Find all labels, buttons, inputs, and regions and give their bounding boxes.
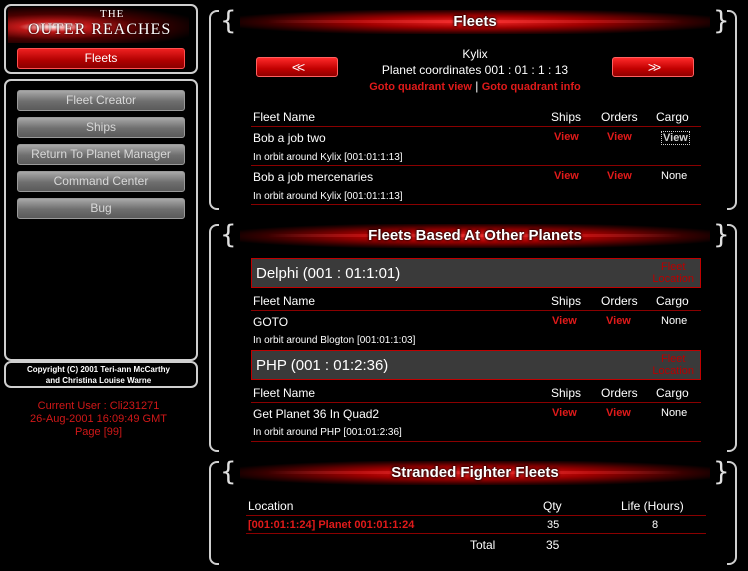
copyright-line-1: Copyright (C) 2001 Teri-ann McCarthy bbox=[27, 365, 170, 374]
fleet-location-2: In orbit around Kylix [001:01:1:13] bbox=[253, 191, 403, 202]
link-separator: | bbox=[475, 79, 479, 93]
planet-title-delphi: Delphi (001 : 01:1:01) bbox=[256, 265, 401, 282]
stranded-qty: 35 bbox=[547, 519, 560, 531]
stranded-banner: Stranded Fighter Fleets bbox=[240, 461, 710, 485]
ships-view-link-2[interactable]: View bbox=[554, 170, 579, 182]
header-ships: Ships bbox=[551, 386, 582, 400]
stranded-life: 8 bbox=[652, 519, 659, 531]
orders-view-link-2[interactable]: View bbox=[607, 170, 632, 182]
row-divider bbox=[246, 533, 706, 534]
orders-view-link-get-planet[interactable]: View bbox=[606, 407, 631, 419]
fleet-name-get-planet: Get Planet 36 In Quad2 bbox=[253, 407, 380, 421]
right-curl-icon: } bbox=[713, 6, 730, 36]
fleet-location-get-planet: In orbit around PHP [001:01:2:36] bbox=[253, 427, 402, 438]
header-orders: Orders bbox=[601, 110, 638, 124]
header-ships: Ships bbox=[551, 110, 582, 124]
planet-header-delphi: Delphi (001 : 01:1:01) Fleet Location bbox=[251, 258, 701, 288]
goto-quadrant-info-link[interactable]: Goto quadrant info bbox=[482, 81, 581, 93]
left-curl-icon: { bbox=[220, 220, 237, 250]
planet-header-php: PHP (001 : 01:2:36) Fleet Location bbox=[251, 350, 701, 380]
fleet-location-1: In orbit around Kylix [001:01:1:13] bbox=[253, 152, 403, 163]
ships-view-link-1[interactable]: View bbox=[554, 131, 579, 143]
goto-quadrant-view-link[interactable]: Goto quadrant view bbox=[369, 81, 472, 93]
header-divider bbox=[246, 515, 706, 516]
fleet-name-1: Bob a job two bbox=[253, 131, 326, 145]
header-divider bbox=[251, 402, 701, 403]
timestamp: 26-Aug-2001 16:09:49 GMT bbox=[30, 413, 167, 425]
row-divider-2 bbox=[251, 204, 701, 205]
bug-button[interactable]: Bug bbox=[17, 198, 185, 219]
fleet-location-word-2: Location bbox=[652, 365, 694, 377]
header-cargo: Cargo bbox=[656, 110, 689, 124]
header-fleet-name: Fleet Name bbox=[253, 386, 316, 400]
fleet-location-word-1: Fleet bbox=[660, 353, 686, 365]
right-curl-icon: } bbox=[713, 457, 730, 487]
fleet-location-word-1: Fleet bbox=[660, 261, 686, 273]
return-to-planet-manager-button[interactable]: Return To Planet Manager bbox=[17, 144, 185, 165]
copyright-text: Copyright (C) 2001 Teri-ann McCarthy and… bbox=[6, 364, 191, 386]
header-ships: Ships bbox=[551, 294, 582, 308]
header-cargo: Cargo bbox=[656, 294, 689, 308]
header-cargo: Cargo bbox=[656, 386, 689, 400]
logo-title-text: OUTER REACHES bbox=[28, 21, 172, 38]
total-label: Total bbox=[470, 538, 496, 552]
left-curl-icon: { bbox=[220, 457, 237, 487]
left-curl-icon: { bbox=[220, 6, 237, 36]
planet-title-php: PHP (001 : 01:2:36) bbox=[256, 357, 389, 374]
row-divider-1 bbox=[251, 165, 701, 166]
quadrant-links: Goto quadrant view | Goto quadrant info bbox=[330, 79, 620, 93]
header-divider bbox=[251, 126, 701, 127]
header-life-hours: Life (Hours) bbox=[621, 499, 684, 513]
fleet-location-link-php[interactable]: Fleet Location bbox=[652, 353, 694, 377]
ships-button[interactable]: Ships bbox=[17, 117, 185, 138]
total-qty: 35 bbox=[546, 538, 560, 552]
outer-reaches-logo: THE OUTER REACHES bbox=[8, 7, 189, 43]
fleets-panel-right-bracket bbox=[727, 10, 737, 210]
other-panel-right-bracket bbox=[727, 224, 737, 452]
header-location: Location bbox=[248, 499, 294, 513]
fleet-creator-button[interactable]: Fleet Creator bbox=[17, 90, 185, 111]
previous-planet-button[interactable]: << bbox=[256, 57, 338, 77]
fleet-location-link-delphi[interactable]: Fleet Location bbox=[652, 261, 694, 285]
fleet-location-goto: In orbit around Blogton [001:01:1:03] bbox=[253, 335, 416, 346]
cargo-none-2: None bbox=[661, 170, 688, 182]
fleet-location-word-2: Location bbox=[652, 273, 694, 285]
fleets-banner: Fleets bbox=[240, 10, 710, 34]
next-planet-button[interactable]: >> bbox=[612, 57, 694, 77]
header-divider bbox=[251, 310, 701, 311]
right-curl-icon: } bbox=[713, 220, 730, 250]
header-orders: Orders bbox=[601, 386, 638, 400]
cargo-none-get-planet: None bbox=[661, 407, 688, 419]
orders-view-link-goto[interactable]: View bbox=[606, 315, 631, 327]
fleet-name-goto: GOTO bbox=[253, 315, 289, 329]
header-fleet-name: Fleet Name bbox=[253, 294, 316, 308]
planet-coordinates: Planet coordinates 001 : 01 : 1 : 13 bbox=[381, 63, 569, 77]
header-fleet-name: Fleet Name bbox=[253, 110, 316, 124]
planet-name: Kylix bbox=[462, 47, 488, 61]
current-user: Current User : Cli231271 bbox=[37, 400, 160, 412]
other-planets-banner: Fleets Based At Other Planets bbox=[240, 224, 710, 248]
copyright-line-2: and Christina Louise Warne bbox=[45, 376, 152, 385]
cargo-view-link-1[interactable]: View bbox=[661, 131, 690, 145]
fleets-panel-left-bracket bbox=[209, 10, 219, 210]
cargo-none-goto: None bbox=[661, 315, 688, 327]
stranded-location-link[interactable]: [001:01:1:24] Planet 001:01:1:24 bbox=[248, 519, 414, 531]
ships-view-link-goto[interactable]: View bbox=[552, 315, 577, 327]
header-qty: Qty bbox=[543, 499, 562, 513]
fleet-name-2: Bob a job mercenaries bbox=[253, 170, 374, 184]
command-center-button[interactable]: Command Center bbox=[17, 171, 185, 192]
fleets-button[interactable]: Fleets bbox=[17, 48, 185, 69]
orders-view-link-1[interactable]: View bbox=[607, 131, 632, 143]
row-divider bbox=[251, 441, 701, 442]
logo-the-text: THE bbox=[100, 8, 125, 20]
other-panel-left-bracket bbox=[209, 224, 219, 452]
stranded-panel-left-bracket bbox=[209, 461, 219, 565]
page-number: Page [99] bbox=[74, 426, 123, 438]
user-info: Current User : Cli231271 26-Aug-2001 16:… bbox=[6, 400, 191, 439]
header-orders: Orders bbox=[601, 294, 638, 308]
ships-view-link-get-planet[interactable]: View bbox=[552, 407, 577, 419]
